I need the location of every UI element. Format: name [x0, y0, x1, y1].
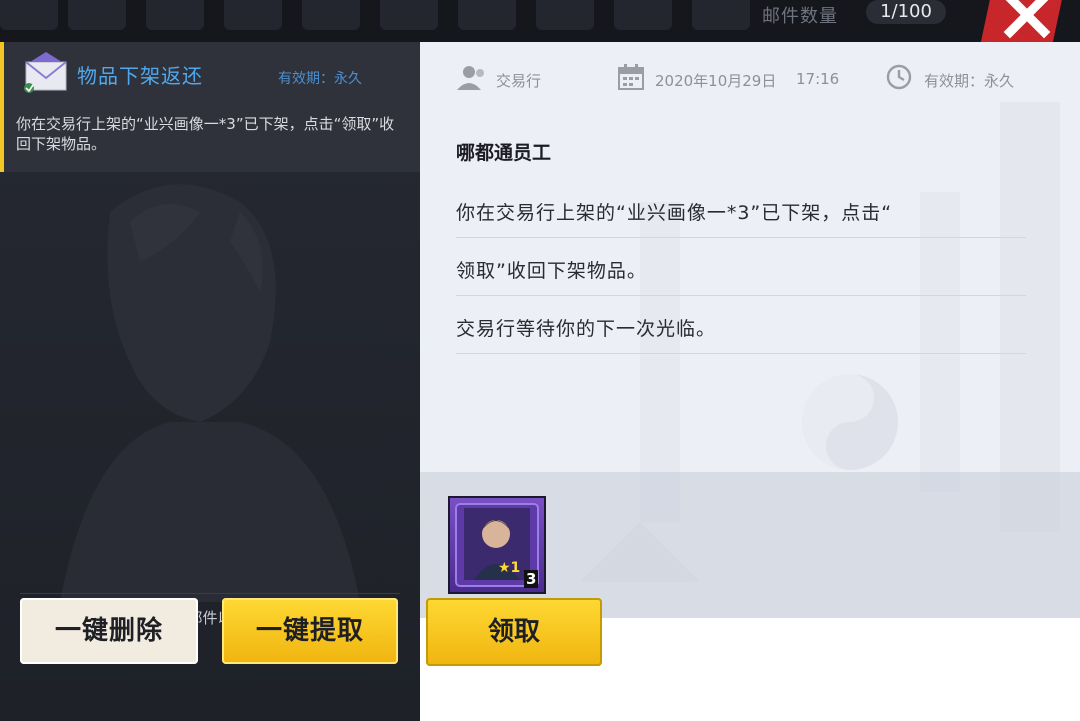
- claim-all-button[interactable]: 一键提取: [222, 598, 398, 664]
- item-quantity: 3: [524, 570, 539, 588]
- top-slot: [614, 0, 672, 30]
- mail-body-line: 领取”收回下架物品。: [456, 260, 647, 282]
- top-slot: [536, 0, 594, 30]
- envelope-icon: [24, 52, 67, 93]
- sender-name: 哪都通员工: [456, 142, 552, 164]
- mail-validity-detail: 有效期：永久: [924, 72, 1015, 90]
- user-icon: [457, 66, 484, 90]
- divider: [456, 353, 1026, 354]
- mail-body-line: 交易行等待你的下一次光临。: [456, 318, 717, 340]
- top-slot: [68, 0, 126, 30]
- mail-preview: 你在交易行上架的“业兴画像一*3”已下架，点击“领取”收回下架物品。: [16, 115, 395, 153]
- mail-count-label: 邮件数量: [762, 6, 838, 27]
- top-slot: [224, 0, 282, 30]
- divider: [456, 237, 1026, 238]
- top-slot: [302, 0, 360, 30]
- claim-button[interactable]: 领取: [426, 598, 602, 666]
- divider: [20, 593, 400, 594]
- mail-title: 物品下架返还: [77, 64, 203, 88]
- mail-source: 交易行: [496, 72, 542, 90]
- top-slot: [692, 0, 750, 30]
- delete-all-button[interactable]: 一键删除: [20, 598, 198, 664]
- top-slot: [458, 0, 516, 30]
- selected-indicator: [0, 42, 4, 172]
- mail-time: 17:16: [796, 70, 840, 88]
- mail-count-value: 1/100: [866, 0, 946, 24]
- mail-date: 2020年10月29日: [655, 72, 777, 90]
- star-level: ★1: [498, 560, 520, 576]
- top-slot: [146, 0, 204, 30]
- calendar-icon: [618, 64, 644, 90]
- top-slot: [0, 0, 58, 30]
- mail-validity: 有效期：永久: [278, 71, 362, 87]
- close-x-icon[interactable]: [1002, 0, 1052, 40]
- mail-body-line: 你在交易行上架的“业兴画像一*3”已下架，点击“: [456, 202, 893, 224]
- mail-list-item[interactable]: 物品下架返还 有效期：永久 你在交易行上架的“业兴画像一*3”已下架，点击“领取…: [0, 42, 420, 172]
- top-bar: 邮件数量 1/100: [0, 0, 1080, 42]
- divider: [456, 295, 1026, 296]
- top-slot: [380, 0, 438, 30]
- clock-icon: [886, 64, 912, 90]
